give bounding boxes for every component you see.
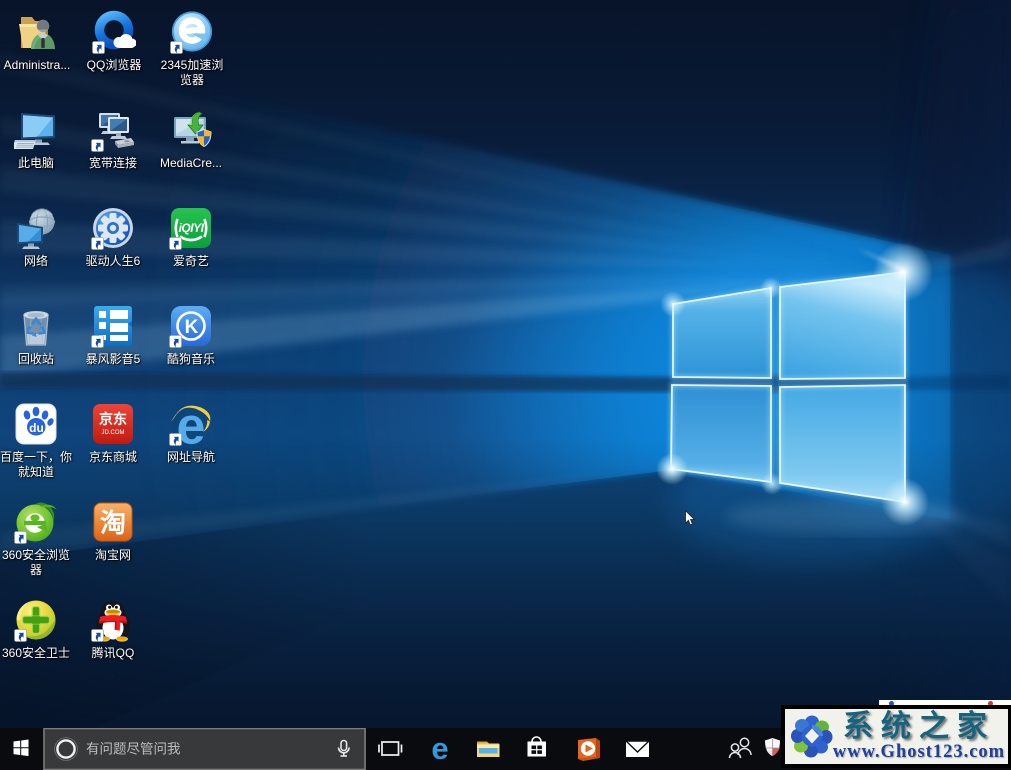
svg-text:du: du xyxy=(29,421,44,435)
svg-text:K: K xyxy=(185,317,199,338)
svg-text:京东: 京东 xyxy=(99,411,127,427)
svg-text:JD.COM: JD.COM xyxy=(102,430,125,436)
svg-text:有问题尽管问我: 有问题尽管问我 xyxy=(86,742,181,757)
svg-text:e: e xyxy=(431,731,448,766)
svg-text:淘: 淘 xyxy=(100,508,126,538)
svg-text:iQIYI: iQIYI xyxy=(179,221,205,235)
